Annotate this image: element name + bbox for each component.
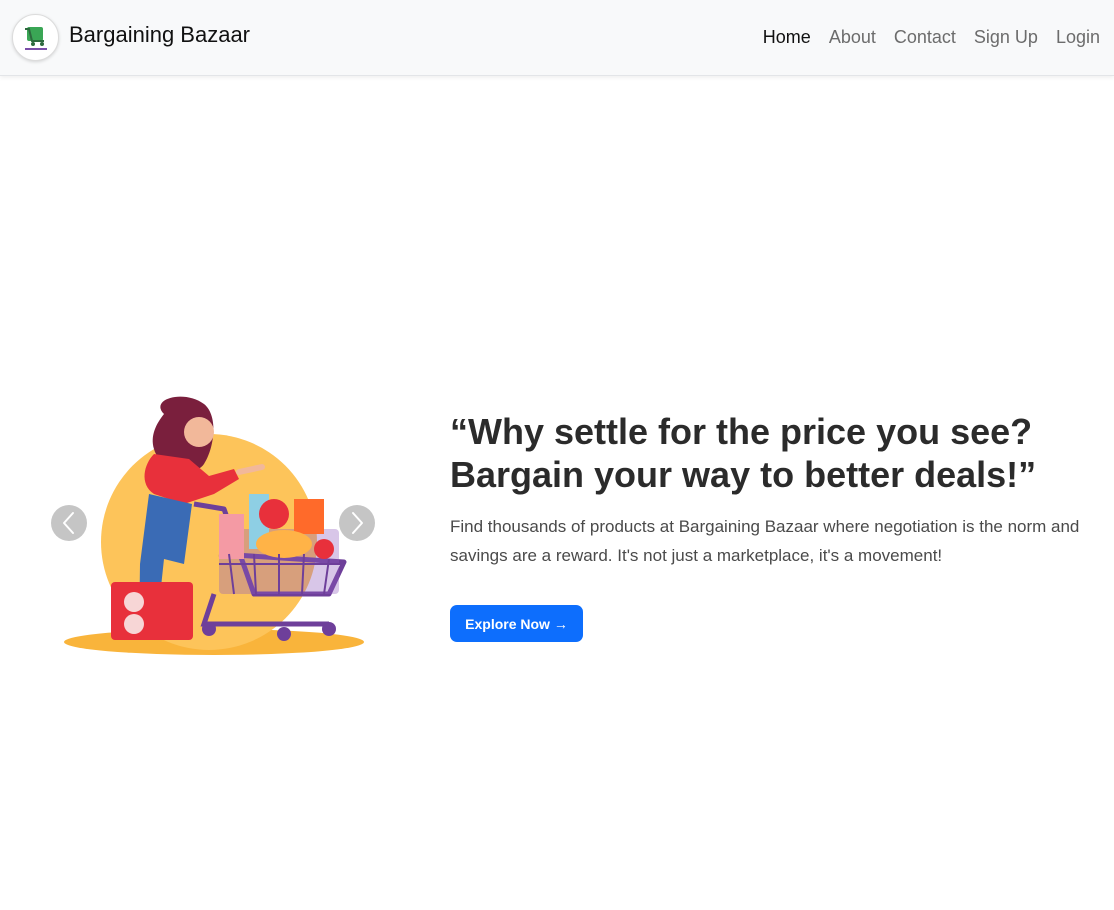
carousel-next-button[interactable] <box>339 505 375 541</box>
nav-link-home[interactable]: Home <box>763 27 811 48</box>
navbar: Bargaining Bazaar Home About Contact Sig… <box>0 0 1114 76</box>
brand-logo[interactable] <box>12 14 59 61</box>
nav-link-about[interactable]: About <box>829 27 876 48</box>
nav-link-contact[interactable]: Contact <box>894 27 956 48</box>
brand-name[interactable]: Bargaining Bazaar <box>69 22 250 48</box>
hero-title: “Why settle for the price you see? Barga… <box>450 411 1037 495</box>
hero-carousel <box>44 354 382 692</box>
chevron-right-icon <box>352 512 363 534</box>
shopping-cart-illustration <box>64 396 364 655</box>
chevron-left-icon <box>63 512 74 534</box>
nav-link-login[interactable]: Login <box>1056 27 1100 48</box>
nav-link-signup[interactable]: Sign Up <box>974 27 1038 48</box>
explore-now-button[interactable]: Explore Now → <box>450 605 583 642</box>
cart-logo-icon <box>24 26 47 50</box>
carousel-prev-button[interactable] <box>51 505 87 541</box>
hero-description: Find thousands of products at Bargaining… <box>450 517 1080 565</box>
nav-links: Home About Contact Sign Up Login <box>763 27 1100 48</box>
